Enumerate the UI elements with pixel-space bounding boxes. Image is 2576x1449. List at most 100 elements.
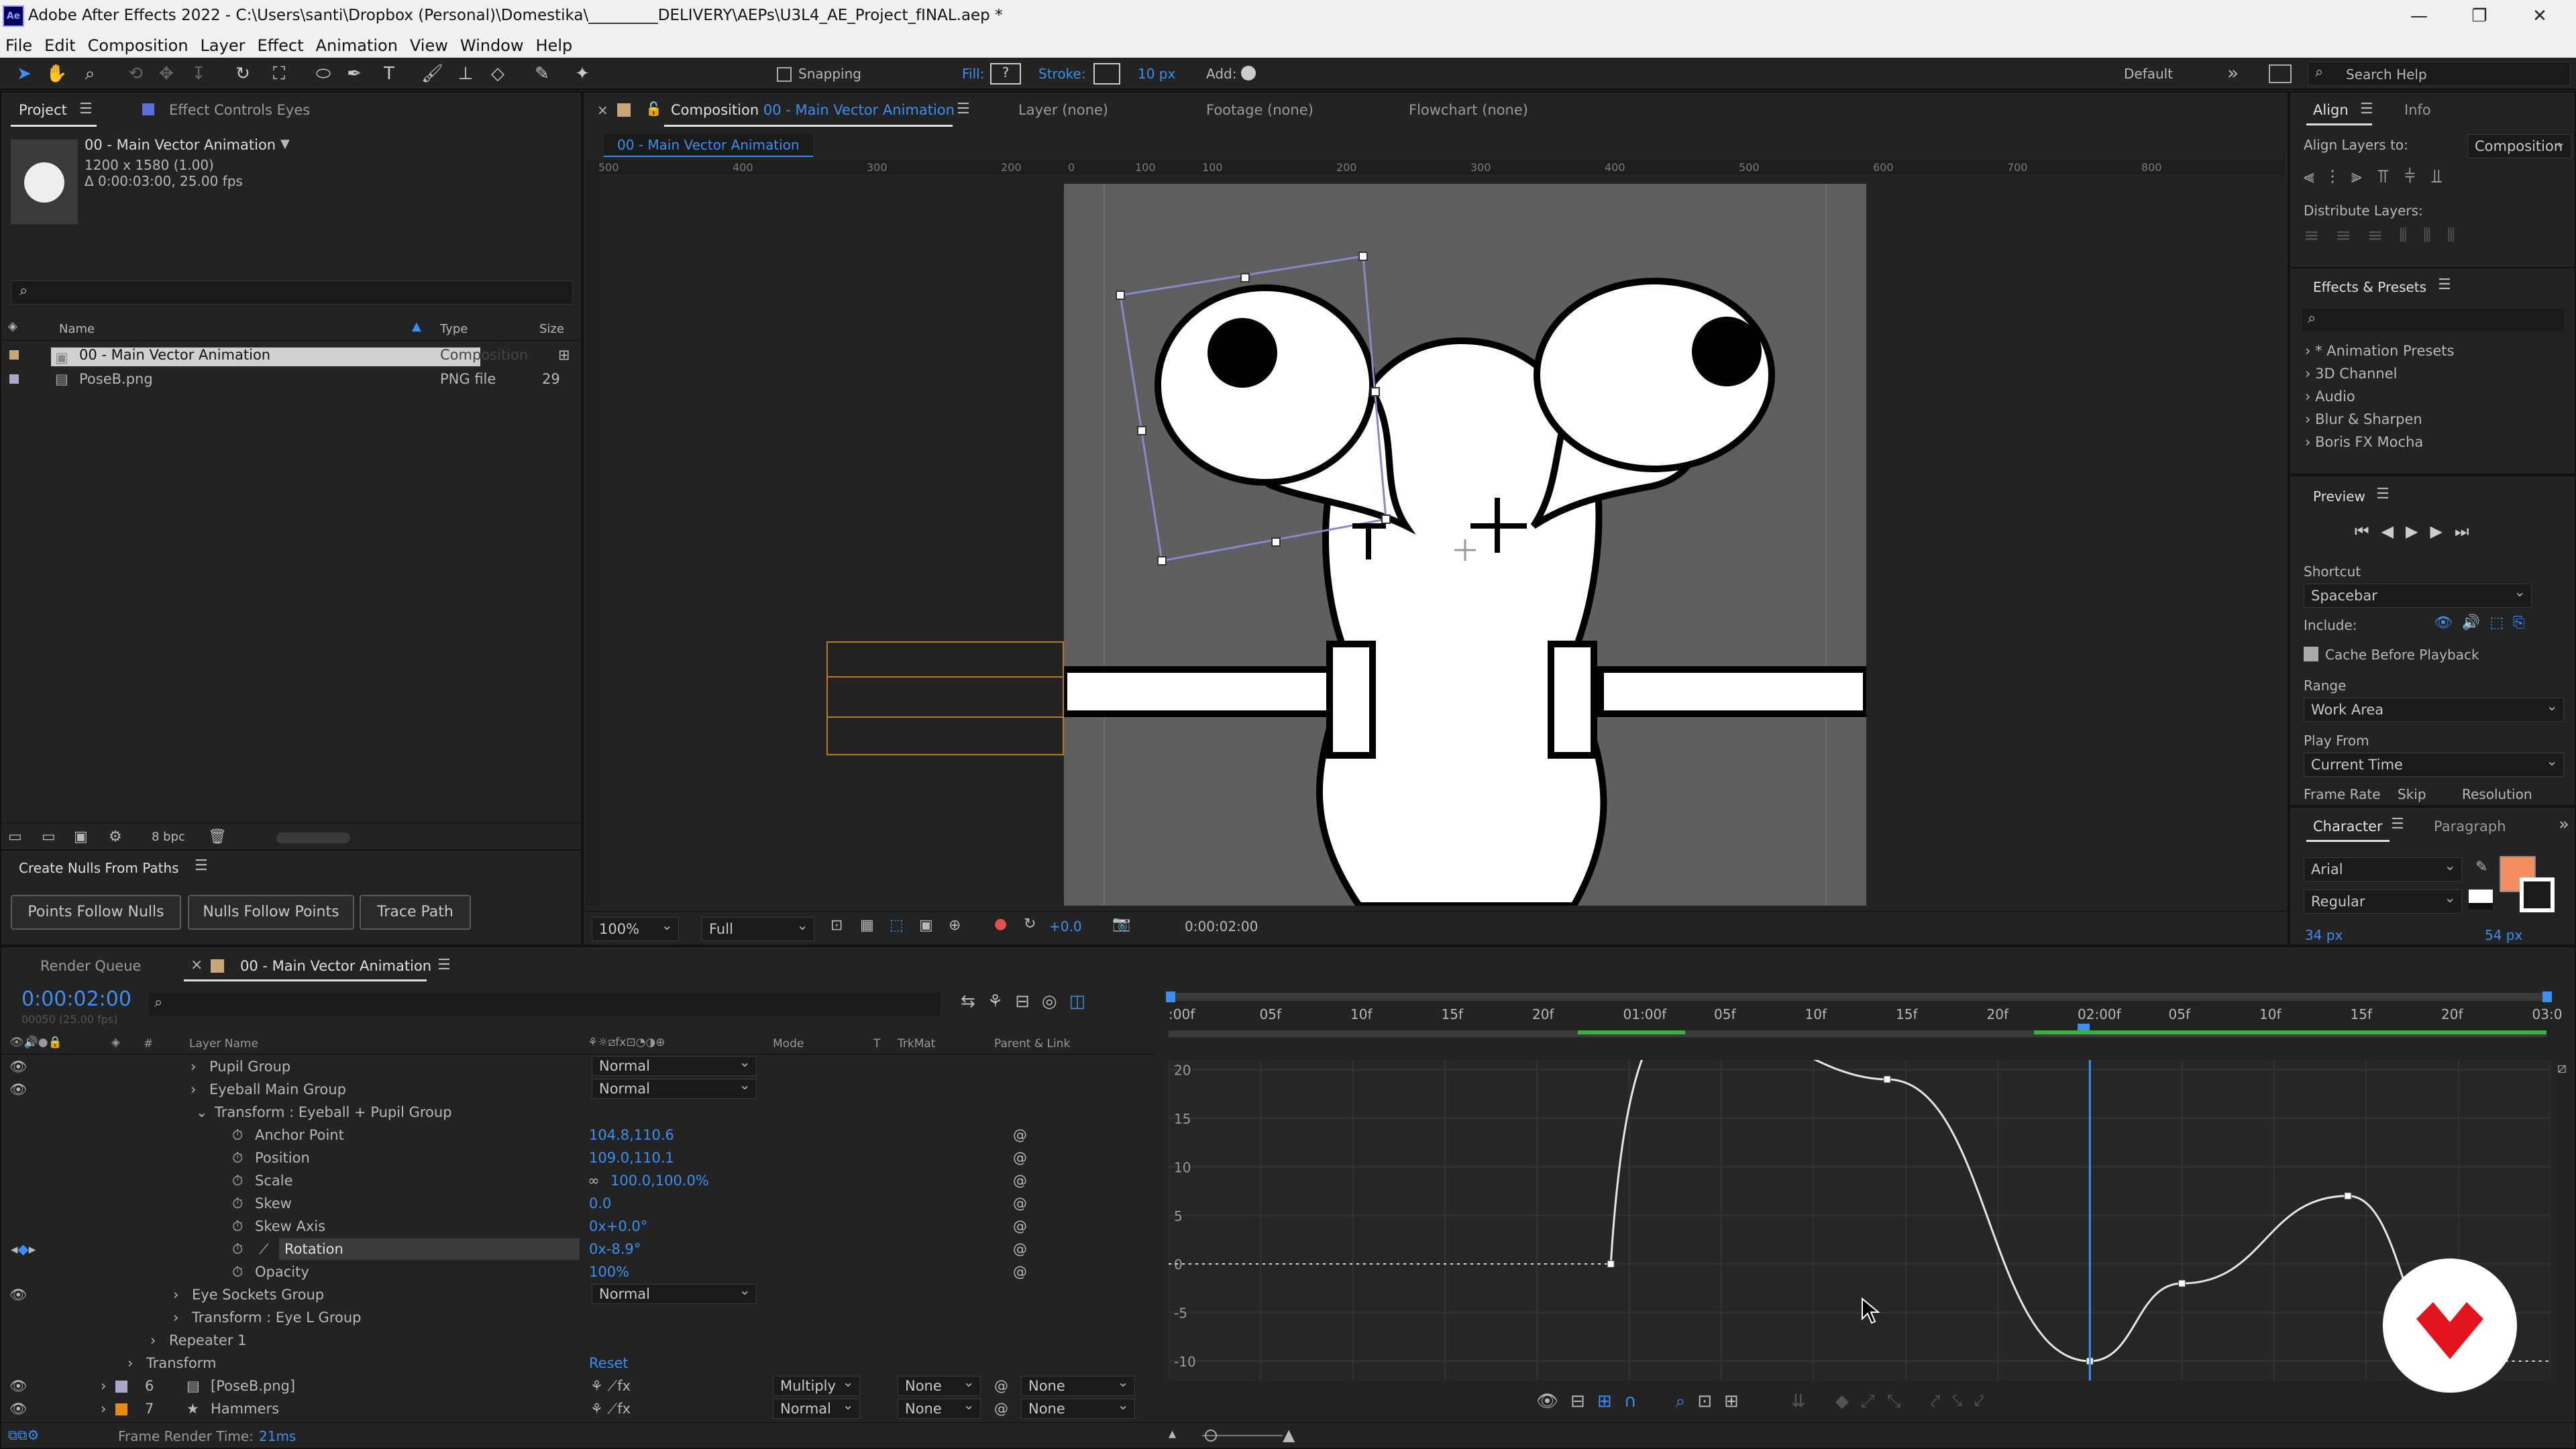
tab-timeline-comp[interactable]: 00 - Main Vector Animation [240, 958, 431, 974]
menu-layer[interactable]: Layer [195, 34, 252, 55]
blend-mode-dropdown[interactable]: Normal [592, 1281, 757, 1304]
table-row[interactable]: ⏱ Skew Axis 0x+0.0° @ [1, 1216, 1155, 1237]
stroke-fill-swatch[interactable] [2469, 890, 2493, 910]
list-item[interactable]: ▤ PoseB.png PNG file 29 [1, 368, 582, 390]
stopwatch-icon[interactable]: ⏱ [232, 1147, 243, 1169]
range-dropdown[interactable]: Work Area [2304, 694, 2564, 722]
tab-layer[interactable]: Layer (none) [1018, 102, 1108, 118]
layer-switches[interactable]: ⚘ ⟋fx [590, 1398, 631, 1419]
menu-file[interactable]: File [0, 34, 39, 55]
rotate-tool-icon[interactable]: ↻ [232, 63, 254, 85]
panels-overflow-icon[interactable]: » [2559, 814, 2569, 835]
composition-canvas[interactable] [1064, 184, 1866, 906]
pick-whip-icon[interactable]: @ [1013, 1238, 1027, 1260]
exposure-value[interactable]: +0.0 [1049, 918, 1082, 934]
tab-flowchart[interactable]: Flowchart (none) [1409, 102, 1528, 118]
blend-mode-dropdown[interactable]: Normal [773, 1395, 860, 1419]
tab-align[interactable]: Align [2313, 102, 2349, 118]
footer-toggle-icons[interactable]: ⧉⧉⚙ [8, 1427, 40, 1443]
font-family-dropdown[interactable]: Arial [2304, 854, 2462, 881]
table-row[interactable]: ⏱ Scale 100.0,100.0% ∞ @ [1, 1170, 1155, 1191]
visibility-eye-icon[interactable]: 👁 [9, 1079, 28, 1100]
graph-editor-toolbar[interactable]: 👁⊟⊞∩ ⌕⊡⊞ ⇊ ◆⤢⤡ ⤤⤥⤦ [1536, 1391, 1996, 1412]
blend-mode-dropdown[interactable]: Multiply [773, 1373, 860, 1396]
puppet-tool-icon[interactable]: ✦ [572, 63, 593, 85]
col-type[interactable]: Type [440, 322, 468, 336]
selected-comp-name[interactable]: 00 - Main Vector Animation [85, 137, 276, 153]
property-value[interactable]: 0x-8.9° [589, 1238, 641, 1260]
visibility-eye-icon[interactable]: 👁 [9, 1375, 28, 1397]
layer-row[interactable]: 👁 › 7 ★ Hammers ⚘ ⟋fx Normal None @ None [1, 1395, 1155, 1419]
panel-menu-icon[interactable]: ☰ [957, 101, 970, 117]
time-ruler[interactable]: :00f 05f 10f 15f 20f 01:00f 05f 10f 15f 20f 02:00f… [1166, 990, 2562, 1044]
fast-previews-icon[interactable]: ⊡ [830, 917, 843, 934]
blend-mode-dropdown[interactable]: Normal [592, 1075, 757, 1099]
parent-dropdown[interactable]: None [1021, 1373, 1135, 1396]
property-value[interactable]: Reset [589, 1352, 629, 1374]
menu-window[interactable]: Window [455, 34, 531, 55]
expand-twirl-icon[interactable]: › [191, 1079, 196, 1100]
dolly-tool-icon[interactable]: ↧ [188, 63, 209, 85]
list-item[interactable]: › Boris FX Mocha [2305, 431, 2423, 453]
pick-whip-icon[interactable]: @ [1013, 1261, 1027, 1283]
new-folder-icon[interactable]: ▭ [42, 828, 56, 845]
horizontal-ruler[interactable]: 500 400 300 200 100 0 100 200 300 400 50… [585, 160, 2285, 174]
table-row[interactable]: › Transform Reset [1, 1352, 1155, 1374]
delete-icon[interactable]: 🗑 [208, 828, 227, 845]
channel-icon[interactable]: ● [994, 916, 1007, 932]
layer-row[interactable]: 👁 › 6 ▤ [PoseB.png] ⚘ ⟋fx Multiply None @ None [1, 1373, 1155, 1397]
stroke-label[interactable]: Stroke: [1038, 66, 1085, 82]
cache-checkbox[interactable] [2304, 647, 2318, 661]
stroke-swatch[interactable] [1093, 63, 1120, 85]
align-buttons[interactable]: ⫷⫶⫸⫪⫩⫫ [2304, 165, 2458, 188]
pick-whip-icon[interactable]: @ [1013, 1216, 1027, 1237]
stroke-width[interactable]: 10 px [1138, 66, 1175, 82]
tab-paragraph[interactable]: Paragraph [2434, 818, 2506, 835]
table-row[interactable]: ⌄ Transform : Eyeball + Pupil Group [1, 1102, 1155, 1123]
graph-toggle-icon[interactable]: ⟋ [259, 1238, 269, 1260]
keyframe-navigator[interactable]: ◂◆▸ [11, 1238, 36, 1260]
trace-path-button[interactable]: Trace Path [360, 895, 471, 930]
font-style-dropdown[interactable]: Regular [2304, 886, 2462, 914]
panel-menu-icon[interactable]: ☰ [195, 857, 208, 874]
stopwatch-icon[interactable]: ⏱ [232, 1216, 243, 1237]
reset-exposure-icon[interactable]: ↻ [1024, 916, 1036, 932]
project-settings-icon[interactable]: ⚙ [109, 828, 122, 845]
list-item[interactable]: › Audio [2305, 385, 2355, 408]
workspaces-overflow-icon[interactable]: » [2227, 62, 2239, 84]
expand-twirl-icon[interactable]: › [101, 1375, 106, 1397]
table-row[interactable]: ⏱ Position 109.0,110.1 @ [1, 1147, 1155, 1169]
expand-twirl-icon[interactable]: › [173, 1307, 178, 1328]
playback-controls[interactable]: ⏮◀▶▶⏭ [2355, 522, 2481, 541]
grid-guides-icon[interactable]: ⊕ [949, 917, 961, 934]
close-tab-icon[interactable]: × [597, 102, 608, 118]
parent-dropdown[interactable]: None [1021, 1395, 1135, 1419]
track-matte-dropdown[interactable]: None [898, 1395, 981, 1419]
table-row[interactable]: ⏱ Opacity 100% @ [1, 1261, 1155, 1283]
shortcut-dropdown[interactable]: Spacebar [2304, 580, 2532, 608]
pen-tool-icon[interactable]: ✒ [343, 63, 365, 85]
visibility-eye-icon[interactable]: 👁 [9, 1284, 28, 1305]
thumbnail-scrollbar[interactable] [276, 833, 350, 843]
zoom-slider-thumb[interactable] [1205, 1430, 1217, 1442]
visibility-eye-icon[interactable]: 👁 [9, 1398, 28, 1419]
expand-twirl-icon[interactable]: › [127, 1352, 133, 1374]
work-area-bar[interactable] [1169, 993, 2551, 1001]
stopwatch-icon[interactable]: ⏱ [232, 1238, 243, 1260]
maximize-button[interactable]: ❐ [2446, 1, 2513, 31]
visibility-eye-icon[interactable]: 👁 [9, 1056, 28, 1077]
list-item[interactable]: › 3D Channel [2305, 362, 2398, 385]
eraser-tool-icon[interactable]: ◇ [487, 63, 508, 85]
track-matte-dropdown[interactable]: None [898, 1373, 981, 1396]
work-area-start-handle[interactable] [1166, 991, 1175, 1002]
menu-view[interactable]: View [405, 34, 455, 55]
list-item[interactable]: › * Animation Presets [2305, 339, 2454, 362]
type-tool-icon[interactable]: T [378, 63, 400, 85]
property-value[interactable]: 109.0,110.1 [589, 1147, 674, 1169]
workspace-editor-icon[interactable] [2269, 64, 2292, 83]
property-value[interactable]: 0x+0.0° [589, 1216, 647, 1237]
property-value[interactable]: 104.8,110.6 [589, 1124, 674, 1146]
magnification-dropdown[interactable]: 100% [592, 914, 679, 941]
constrain-proportions-icon[interactable]: ∞ [588, 1170, 600, 1191]
tab-info[interactable]: Info [2404, 102, 2431, 118]
